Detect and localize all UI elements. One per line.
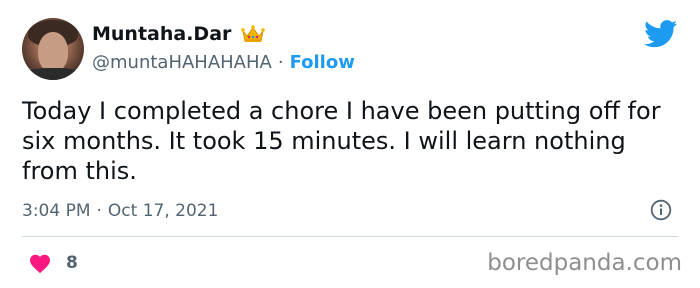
follow-button[interactable]: Follow (290, 52, 355, 73)
tweet-date[interactable]: Oct 17, 2021 (108, 201, 219, 221)
display-name[interactable]: Muntaha.Dar (92, 23, 231, 45)
like-count: 8 (66, 253, 78, 273)
user-handle[interactable]: @muntaHAHAHAHA (92, 52, 272, 73)
avatar-shoulders (22, 68, 84, 80)
separator-dot: · (96, 201, 102, 221)
heart-icon[interactable] (28, 252, 52, 274)
divider (22, 236, 678, 237)
separator-dot: · (277, 51, 284, 73)
watermark: boredpanda.com (487, 250, 682, 276)
info-icon[interactable] (650, 199, 672, 221)
avatar[interactable] (22, 18, 84, 80)
tweet-text: Today I completed a chore I have been pu… (22, 97, 661, 185)
name-row: Muntaha.Dar (92, 20, 266, 48)
tweet-time[interactable]: 3:04 PM (22, 201, 91, 221)
crown-emoji-icon (241, 25, 266, 42)
tweet-card: Muntaha.Dar @muntaHAHAHAHA · Follow Toda… (0, 0, 700, 288)
twitter-bird-icon[interactable] (644, 20, 678, 48)
handle-row: @muntaHAHAHAHA · Follow (92, 50, 355, 74)
avatar-face (38, 32, 68, 72)
tweet-meta: 3:04 PM · Oct 17, 2021 (22, 198, 218, 224)
like-row: 8 (28, 250, 78, 276)
